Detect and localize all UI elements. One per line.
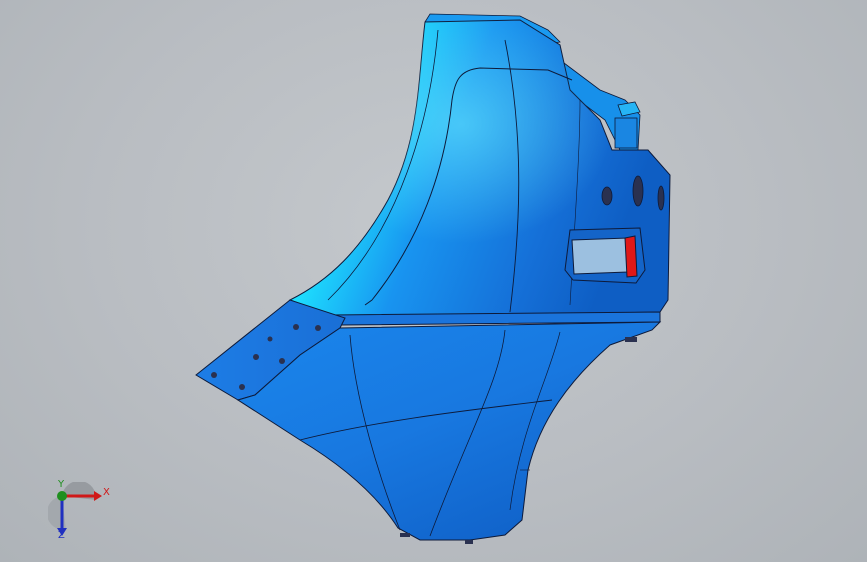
y-axis-label: Y bbox=[58, 479, 65, 490]
x-axis-label: X bbox=[103, 487, 110, 498]
z-axis-label: Z bbox=[58, 530, 65, 541]
y-axis-dot bbox=[57, 491, 67, 501]
3d-part-model[interactable] bbox=[0, 0, 867, 562]
coordinate-triad: X Y Z bbox=[46, 479, 118, 544]
graphics-viewport[interactable]: X Y Z bbox=[0, 0, 867, 562]
reflector-opening bbox=[564, 227, 646, 284]
lower-panel bbox=[236, 321, 662, 541]
